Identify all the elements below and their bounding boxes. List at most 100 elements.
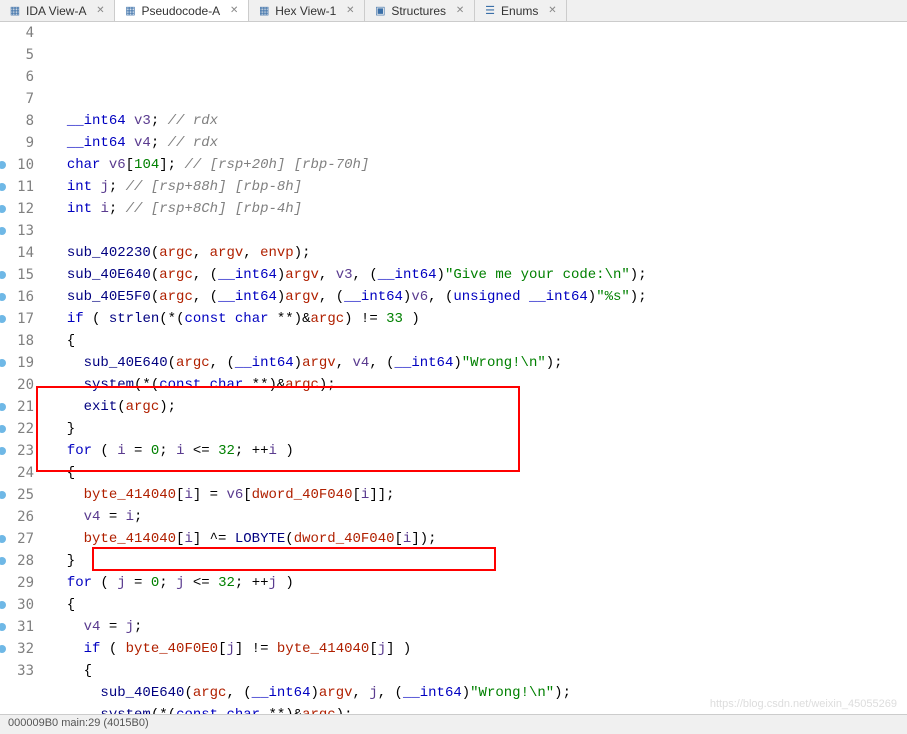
code-line[interactable]: for ( j = 0; j <= 32; ++j ): [50, 572, 907, 594]
code-line[interactable]: system(*(const char **)&argc);: [50, 704, 907, 714]
line-number: 14: [0, 242, 34, 264]
line-number: 23: [0, 440, 34, 462]
line-number: 24: [0, 462, 34, 484]
line-gutter: 4567891011121314151617181920212223242526…: [0, 22, 40, 714]
code-line[interactable]: char v6[104]; // [rsp+20h] [rbp-70h]: [50, 154, 907, 176]
line-number: 31: [0, 616, 34, 638]
code-line[interactable]: {: [50, 660, 907, 682]
enum-icon: ☰: [483, 4, 497, 18]
breakpoint-dot: [0, 161, 6, 169]
line-number: 8: [0, 110, 34, 132]
line-number: 5: [0, 44, 34, 66]
line-number: 15: [0, 264, 34, 286]
code-line[interactable]: sub_40E640(argc, (__int64)argv, v4, (__i…: [50, 352, 907, 374]
code-line[interactable]: v4 = j;: [50, 616, 907, 638]
code-line[interactable]: if ( strlen(*(const char **)&argc) != 33…: [50, 308, 907, 330]
line-number: 30: [0, 594, 34, 616]
breakpoint-dot: [0, 359, 6, 367]
close-icon[interactable]: ✕: [94, 5, 106, 17]
breakpoint-dot: [0, 205, 6, 213]
code-line[interactable]: system(*(const char **)&argc);: [50, 374, 907, 396]
code-editor[interactable]: 4567891011121314151617181920212223242526…: [0, 22, 907, 714]
line-number: 26: [0, 506, 34, 528]
line-number: 9: [0, 132, 34, 154]
breakpoint-dot: [0, 447, 6, 455]
tab-hex-view[interactable]: ▦ Hex View-1 ✕: [249, 0, 365, 21]
tab-enums[interactable]: ☰ Enums ✕: [475, 0, 567, 21]
code-line[interactable]: int i; // [rsp+8Ch] [rbp-4h]: [50, 198, 907, 220]
code-line[interactable]: }: [50, 550, 907, 572]
code-line[interactable]: {: [50, 462, 907, 484]
line-number: 16: [0, 286, 34, 308]
close-icon[interactable]: ✕: [454, 5, 466, 17]
line-number: 18: [0, 330, 34, 352]
code-line[interactable]: sub_40E640(argc, (__int64)argv, v3, (__i…: [50, 264, 907, 286]
code-line[interactable]: byte_414040[i] = v6[dword_40F040[i]];: [50, 484, 907, 506]
tab-bar: ▦ IDA View-A ✕ ▦ Pseudocode-A ✕ ▦ Hex Vi…: [0, 0, 907, 22]
struct-icon: ▣: [373, 4, 387, 18]
line-number: 22: [0, 418, 34, 440]
code-line[interactable]: [50, 220, 907, 242]
code-line[interactable]: sub_40E640(argc, (__int64)argv, j, (__in…: [50, 682, 907, 704]
code-line[interactable]: {: [50, 330, 907, 352]
tab-label: Structures: [391, 4, 446, 18]
line-number: 19: [0, 352, 34, 374]
line-number: 12: [0, 198, 34, 220]
code-area[interactable]: __int64 v3; // rdx __int64 v4; // rdx ch…: [40, 22, 907, 714]
line-number: 25: [0, 484, 34, 506]
tab-label: Enums: [501, 4, 538, 18]
line-number: 33: [0, 660, 34, 682]
code-line[interactable]: {: [50, 594, 907, 616]
doc-icon: ▦: [257, 4, 271, 18]
status-text: 000009B0 main:29 (4015B0): [8, 717, 149, 729]
close-icon[interactable]: ✕: [546, 5, 558, 17]
tab-ida-view[interactable]: ▦ IDA View-A ✕: [0, 0, 115, 21]
breakpoint-dot: [0, 645, 6, 653]
line-number: 28: [0, 550, 34, 572]
close-icon[interactable]: ✕: [344, 5, 356, 17]
tab-label: Hex View-1: [275, 4, 336, 18]
breakpoint-dot: [0, 425, 6, 433]
code-line[interactable]: }: [50, 418, 907, 440]
breakpoint-dot: [0, 403, 6, 411]
code-line[interactable]: byte_414040[i] ^= LOBYTE(dword_40F040[i]…: [50, 528, 907, 550]
line-number: 11: [0, 176, 34, 198]
breakpoint-dot: [0, 557, 6, 565]
code-line[interactable]: sub_402230(argc, argv, envp);: [50, 242, 907, 264]
line-number: 7: [0, 88, 34, 110]
line-number: 27: [0, 528, 34, 550]
code-line[interactable]: if ( byte_40F0E0[j] != byte_414040[j] ): [50, 638, 907, 660]
breakpoint-dot: [0, 535, 6, 543]
breakpoint-dot: [0, 293, 6, 301]
breakpoint-dot: [0, 491, 6, 499]
code-line[interactable]: v4 = i;: [50, 506, 907, 528]
code-line[interactable]: exit(argc);: [50, 396, 907, 418]
doc-icon: ▦: [8, 4, 22, 18]
breakpoint-dot: [0, 271, 6, 279]
line-number: 17: [0, 308, 34, 330]
line-number: 6: [0, 66, 34, 88]
doc-icon: ▦: [123, 4, 137, 18]
breakpoint-dot: [0, 183, 6, 191]
code-line[interactable]: for ( i = 0; i <= 32; ++i ): [50, 440, 907, 462]
code-line[interactable]: __int64 v4; // rdx: [50, 132, 907, 154]
line-number: 13: [0, 220, 34, 242]
line-number: 21: [0, 396, 34, 418]
breakpoint-dot: [0, 623, 6, 631]
tab-label: Pseudocode-A: [141, 4, 220, 18]
code-line[interactable]: int j; // [rsp+88h] [rbp-8h]: [50, 176, 907, 198]
breakpoint-dot: [0, 227, 6, 235]
tab-pseudocode[interactable]: ▦ Pseudocode-A ✕: [115, 0, 249, 21]
breakpoint-dot: [0, 601, 6, 609]
line-number: 29: [0, 572, 34, 594]
line-number: 10: [0, 154, 34, 176]
tab-structures[interactable]: ▣ Structures ✕: [365, 0, 475, 21]
code-line[interactable]: sub_40E5F0(argc, (__int64)argv, (__int64…: [50, 286, 907, 308]
line-number: 4: [0, 22, 34, 44]
close-icon[interactable]: ✕: [228, 5, 240, 17]
code-line[interactable]: __int64 v3; // rdx: [50, 110, 907, 132]
status-bar: 000009B0 main:29 (4015B0): [0, 714, 907, 734]
breakpoint-dot: [0, 315, 6, 323]
line-number: 20: [0, 374, 34, 396]
line-number: 32: [0, 638, 34, 660]
